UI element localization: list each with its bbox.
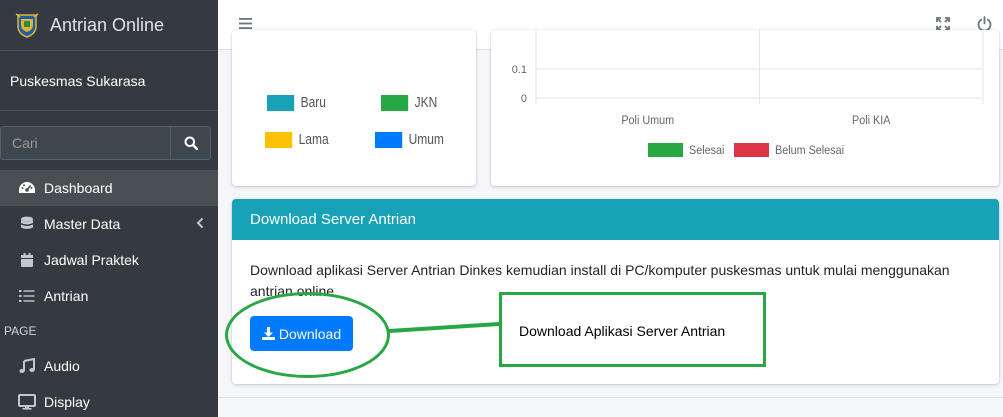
chart-legend-swatch — [734, 143, 769, 157]
sidebar: Antrian Online Puskesmas Sukarasa Cari D… — [0, 0, 218, 417]
legend-swatch — [381, 94, 409, 111]
dashboard-icon — [18, 179, 36, 197]
sidebar-item-jadwal-praktek[interactable]: Jadwal Praktek — [0, 242, 218, 278]
sidebar-search: Cari — [0, 126, 211, 160]
chart-legend-swatch — [648, 143, 683, 157]
chart-x-tick: Poli Umum — [621, 115, 674, 128]
chart-legend-label: Selesai — [689, 145, 724, 158]
sidebar-item-label: Antrian — [44, 288, 89, 304]
chart-y-tick: 0.1 — [512, 64, 527, 76]
legend-label: JKN — [414, 94, 438, 111]
legend-item-lama: Lama — [265, 131, 329, 148]
sidebar-item-label: Dashboard — [44, 180, 113, 196]
content-divider — [218, 397, 1003, 398]
legend-swatch — [375, 131, 403, 148]
legend-item-jkn: JKN — [381, 94, 437, 111]
sidebar-item-antrian[interactable]: Antrian — [0, 278, 218, 314]
desktop-icon — [18, 393, 36, 411]
sidebar-item-label: Audio — [44, 358, 80, 374]
legend-label: Baru — [300, 94, 326, 111]
hamburger-icon[interactable] — [239, 17, 252, 30]
app-title: Antrian Online — [50, 14, 165, 35]
crest-logo-icon — [15, 13, 39, 38]
bar-chart: 0.1 0 Poli Umum Poli KIA Selesai Belum Selesa… — [512, 30, 984, 158]
annotation-box: Download Aplikasi Server Antrian — [499, 292, 766, 367]
sidebar-item-audio[interactable]: Audio — [0, 348, 218, 384]
legend-card: Baru JKN Lama Umum — [232, 30, 476, 186]
sidebar-item-label: Display — [44, 394, 90, 410]
search-button[interactable] — [170, 126, 211, 160]
chart-card: 0.1 0 Poli Umum Poli KIA Selesai Belum Selesa… — [491, 30, 999, 186]
legend-item-umum: Umum — [375, 131, 444, 148]
sidebar-item-master-data[interactable]: Master Data — [0, 206, 218, 242]
legend-label: Umum — [408, 131, 444, 148]
sidebar-item-display[interactable]: Display — [0, 384, 218, 417]
legend-label: Lama — [298, 131, 329, 148]
calendar-icon — [18, 251, 36, 269]
annotation-ellipse — [225, 292, 390, 378]
legend-item-baru: Baru — [267, 94, 326, 111]
download-card-header: Download Server Antrian — [232, 199, 999, 240]
legend-swatch — [267, 94, 295, 111]
search-icon — [184, 136, 198, 150]
brand[interactable]: Antrian Online — [0, 0, 218, 51]
chevron-left-icon — [196, 217, 204, 229]
chart-legend-label: Belum Selesai — [775, 145, 844, 158]
user-panel[interactable]: Puskesmas Sukarasa — [0, 51, 218, 111]
legend-swatch — [265, 131, 293, 148]
music-icon — [18, 357, 36, 375]
list-icon — [18, 287, 36, 305]
sidebar-item-label: Jadwal Praktek — [44, 252, 139, 268]
sidebar-nav: Dashboard Master Data Jadwal Praktek Ant… — [0, 170, 218, 417]
annotation-text: Download Aplikasi Server Antrian — [519, 323, 726, 339]
expand-icon[interactable] — [936, 17, 950, 31]
chart-x-tick: Poli KIA — [852, 115, 891, 128]
sidebar-section-header: PAGE — [4, 324, 37, 338]
sidebar-item-label: Master Data — [44, 216, 121, 232]
user-name: Puskesmas Sukarasa — [10, 72, 146, 89]
sidebar-item-dashboard[interactable]: Dashboard — [0, 170, 218, 206]
chart-y-tick: 0 — [521, 93, 527, 105]
search-input[interactable]: Cari — [0, 126, 170, 160]
database-icon — [18, 215, 36, 233]
